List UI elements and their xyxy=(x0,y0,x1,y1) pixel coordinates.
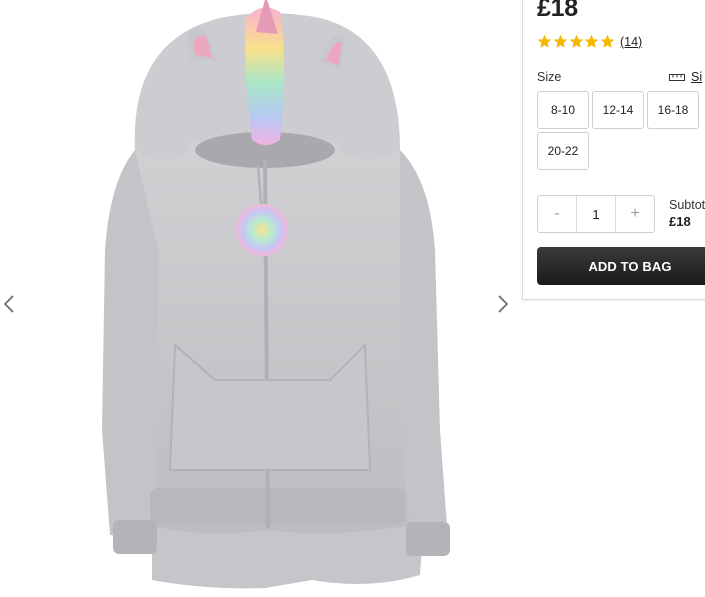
quantity-decrease-button[interactable]: - xyxy=(538,196,576,232)
star-icon xyxy=(553,34,568,48)
size-option-8-10[interactable]: 8-10 xyxy=(537,91,589,129)
star-icon xyxy=(585,34,599,48)
quantity-value[interactable]: 1 xyxy=(576,196,616,232)
subtotal-value: £18 xyxy=(669,214,691,229)
product-gallery xyxy=(0,0,522,597)
size-guide-label: Si xyxy=(691,70,703,84)
product-info-panel: £18 (14) Size Si 8-10 12-14 16-18 20-22 … xyxy=(522,0,705,300)
quantity-increase-button[interactable]: + xyxy=(616,196,654,232)
ruler-icon xyxy=(669,74,685,81)
size-option-20-22[interactable]: 20-22 xyxy=(537,132,589,170)
quantity-stepper: - 1 + xyxy=(537,195,655,233)
chevron-left-icon[interactable] xyxy=(0,290,22,318)
size-guide-link[interactable]: Si xyxy=(669,70,702,84)
star-icon xyxy=(569,34,583,48)
product-image xyxy=(102,0,450,589)
add-to-bag-button[interactable]: ADD TO BAG xyxy=(537,247,705,285)
star-icon xyxy=(600,34,615,48)
product-price: £18 xyxy=(537,0,578,22)
star-icon xyxy=(537,34,552,48)
subtotal-label: Subtot xyxy=(669,198,705,212)
size-option-16-18[interactable]: 16-18 xyxy=(647,91,699,129)
size-option-12-14[interactable]: 12-14 xyxy=(592,91,644,129)
chevron-right-icon[interactable] xyxy=(494,290,516,318)
size-label: Size xyxy=(537,70,562,84)
rating: (14) xyxy=(537,34,642,49)
review-count-link[interactable]: (14) xyxy=(620,35,642,49)
